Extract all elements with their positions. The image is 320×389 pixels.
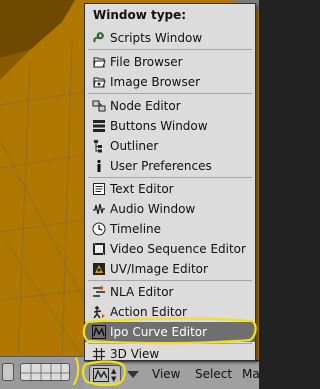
annotation-highlight <box>73 317 257 387</box>
